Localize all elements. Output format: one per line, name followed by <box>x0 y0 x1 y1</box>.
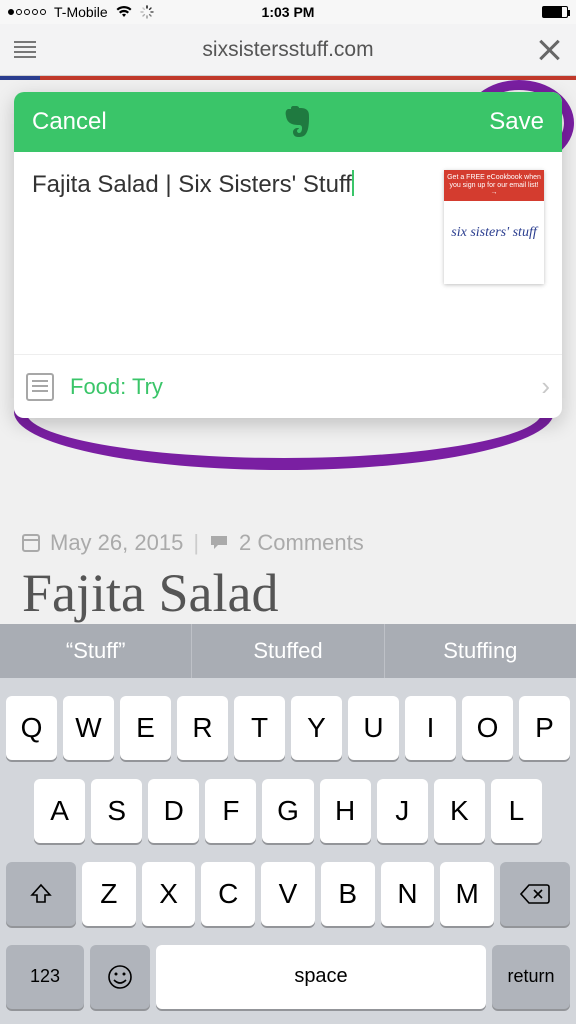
key-h[interactable]: H <box>320 779 371 843</box>
key-row-3: Z X C V B N M <box>6 862 570 926</box>
thumb-logo: six sisters' stuff <box>444 191 544 274</box>
wifi-icon <box>116 6 132 18</box>
key-m[interactable]: M <box>440 862 494 926</box>
meta-separator: | <box>193 530 199 556</box>
key-x[interactable]: X <box>142 862 196 926</box>
key-emoji[interactable] <box>90 945 150 1009</box>
accent-stripe <box>0 76 576 80</box>
page-content: May 26, 2015 | 2 Comments Fajita Salad <box>22 530 554 620</box>
key-n[interactable]: N <box>381 862 435 926</box>
key-backspace[interactable] <box>500 862 570 926</box>
key-s[interactable]: S <box>91 779 142 843</box>
status-left: T-Mobile <box>8 4 154 20</box>
post-date: May 26, 2015 <box>50 530 183 556</box>
comment-icon <box>209 534 229 552</box>
page-thumbnail: Get a FREE eCookbook when you sign up fo… <box>444 170 544 284</box>
key-b[interactable]: B <box>321 862 375 926</box>
comments-link[interactable]: 2 Comments <box>239 530 364 556</box>
menu-icon[interactable] <box>14 41 36 58</box>
post-meta: May 26, 2015 | 2 Comments <box>22 530 554 556</box>
key-u[interactable]: U <box>348 696 399 760</box>
backspace-icon <box>520 883 550 905</box>
suggestion-1[interactable]: Stuffed <box>192 624 384 678</box>
key-a[interactable]: A <box>34 779 85 843</box>
shift-icon <box>29 882 53 906</box>
status-right <box>538 6 568 18</box>
key-i[interactable]: I <box>405 696 456 760</box>
notebook-label: Food: Try <box>70 374 163 400</box>
dialog-body: Fajita Salad | Six Sisters' Stuff Get a … <box>14 152 562 284</box>
notebook-selector[interactable]: Food: Try › <box>14 354 562 418</box>
key-row-4: 123 space return <box>6 945 570 1009</box>
keyboard: “Stuff” Stuffed Stuffing Q W E R T Y U I… <box>0 624 576 1024</box>
page-title: Fajita Salad <box>22 566 554 620</box>
suggestion-0[interactable]: “Stuff” <box>0 624 192 678</box>
key-t[interactable]: T <box>234 696 285 760</box>
key-v[interactable]: V <box>261 862 315 926</box>
browser-nav: sixsistersstuff.com <box>0 24 576 76</box>
status-bar: T-Mobile 1:03 PM <box>0 0 576 24</box>
note-title-input[interactable]: Fajita Salad | Six Sisters' Stuff <box>32 171 352 198</box>
text-cursor <box>352 170 354 196</box>
loading-spinner-icon <box>140 5 154 19</box>
key-f[interactable]: F <box>205 779 256 843</box>
suggestion-2[interactable]: Stuffing <box>385 624 576 678</box>
key-return[interactable]: return <box>492 945 570 1009</box>
save-button[interactable]: Save <box>489 108 544 136</box>
key-row-1: Q W E R T Y U I O P <box>6 696 570 760</box>
suggestion-bar: “Stuff” Stuffed Stuffing <box>0 624 576 678</box>
key-space[interactable]: space <box>156 945 486 1009</box>
chevron-right-icon: › <box>541 371 550 402</box>
note-title-wrap[interactable]: Fajita Salad | Six Sisters' Stuff <box>32 170 432 284</box>
key-e[interactable]: E <box>120 696 171 760</box>
carrier-label: T-Mobile <box>54 4 108 20</box>
key-k[interactable]: K <box>434 779 485 843</box>
save-dialog: Cancel Save Fajita Salad | Six Sisters' … <box>14 92 562 418</box>
url-label[interactable]: sixsistersstuff.com <box>202 38 373 62</box>
status-time: 1:03 PM <box>262 4 315 20</box>
close-icon[interactable] <box>536 37 562 63</box>
dialog-header: Cancel Save <box>14 92 562 152</box>
notebook-icon <box>26 373 54 401</box>
key-c[interactable]: C <box>201 862 255 926</box>
key-p[interactable]: P <box>519 696 570 760</box>
signal-strength-icon <box>8 9 46 15</box>
key-g[interactable]: G <box>262 779 313 843</box>
key-y[interactable]: Y <box>291 696 342 760</box>
evernote-icon <box>282 105 314 139</box>
cancel-button[interactable]: Cancel <box>32 108 107 136</box>
key-o[interactable]: O <box>462 696 513 760</box>
calendar-icon <box>22 534 40 552</box>
key-z[interactable]: Z <box>82 862 136 926</box>
key-row-2: A S D F G H J K L <box>6 779 570 843</box>
key-q[interactable]: Q <box>6 696 57 760</box>
key-j[interactable]: J <box>377 779 428 843</box>
key-w[interactable]: W <box>63 696 114 760</box>
key-shift[interactable] <box>6 862 76 926</box>
emoji-icon <box>107 964 133 990</box>
battery-icon <box>542 6 568 18</box>
key-d[interactable]: D <box>148 779 199 843</box>
key-l[interactable]: L <box>491 779 542 843</box>
key-numbers[interactable]: 123 <box>6 945 84 1009</box>
key-r[interactable]: R <box>177 696 228 760</box>
